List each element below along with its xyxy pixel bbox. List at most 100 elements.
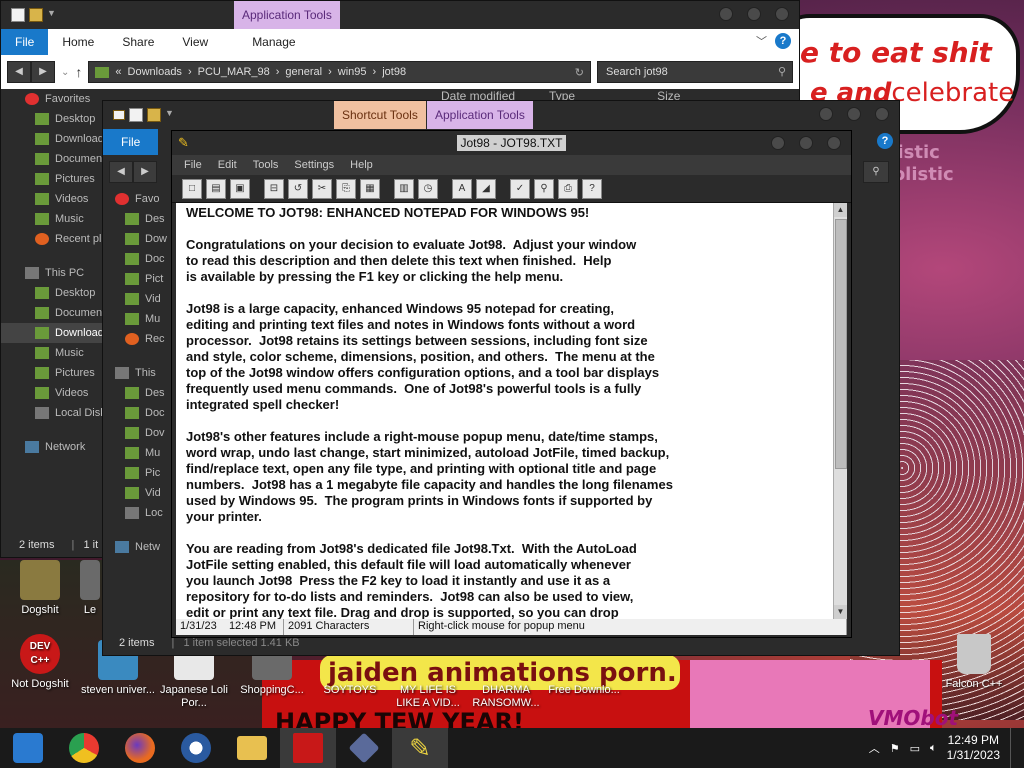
chevron-down-icon[interactable]: ▼ [47, 8, 57, 22]
scroll-up-button[interactable]: ▲ [834, 203, 847, 217]
sidebar-item-dow[interactable]: Dow [103, 229, 179, 249]
paste-icon[interactable]: ▦ [360, 178, 380, 199]
desktop-icon-dogshit[interactable]: Dogshit [2, 560, 78, 617]
explorer2-titlebar[interactable]: ▼ Shortcut Tools Application Tools [103, 101, 899, 129]
search-icon[interactable]: ⚲ [778, 65, 786, 78]
jot98-window[interactable]: ✎ Jot98 - JOT98.TXT File Edit Tools Sett… [171, 130, 852, 638]
breadcrumb-jot98[interactable]: jot98 [382, 66, 406, 78]
sidebar-item-pict[interactable]: Pict [103, 269, 179, 289]
sidebar-item-netw[interactable]: Netw [103, 537, 179, 557]
sidebar-item-network[interactable]: Network [1, 437, 105, 457]
desktop-icon-not-dogshit[interactable]: DEV C++ Not Dogshit [2, 634, 78, 691]
vertical-scrollbar[interactable]: ▲ ▼ [833, 203, 847, 619]
breadcrumb-pcu[interactable]: PCU_MAR_98 [198, 66, 270, 78]
menu-edit[interactable]: Edit [210, 159, 245, 171]
sidebar-item-this[interactable]: This [103, 363, 179, 383]
properties-icon[interactable] [11, 8, 25, 22]
sidebar-item-rec[interactable]: Rec [103, 329, 179, 349]
menu-tools[interactable]: Tools [245, 159, 287, 171]
sidebar-item-music[interactable]: Music [1, 209, 105, 229]
menu-settings[interactable]: Settings [286, 159, 342, 171]
font-icon[interactable]: A [452, 178, 472, 199]
print-icon[interactable]: ⎙ [558, 178, 578, 199]
tab-share[interactable]: Share [108, 29, 168, 55]
breadcrumb-downloads[interactable]: Downloads [128, 66, 182, 78]
flag-icon[interactable]: ⚑ [890, 742, 900, 755]
menu-help[interactable]: Help [342, 159, 381, 171]
spell-check-icon[interactable]: ✓ [510, 178, 530, 199]
sidebar-item-favorites[interactable]: Favorites [1, 89, 105, 109]
up-arrow-icon[interactable]: ↑ [75, 64, 82, 80]
minimize-button[interactable] [819, 107, 833, 121]
shortcut-tools-tab[interactable]: Shortcut Tools [334, 101, 426, 129]
taskbar-obama[interactable] [168, 728, 224, 768]
new-folder-icon[interactable] [29, 8, 43, 22]
sidebar-item-documents[interactable]: Documents [1, 149, 105, 169]
taskbar-diamond-app[interactable] [336, 728, 392, 768]
network-icon[interactable]: ▭ [910, 742, 920, 755]
taskbar-red-app[interactable] [280, 728, 336, 768]
clock[interactable]: 12:49 PM 1/31/2023 [947, 733, 1000, 763]
back-button[interactable]: ◀ [109, 161, 133, 183]
chevron-up-icon[interactable]: ︿ [869, 740, 880, 756]
sidebar-item-pic[interactable]: Pic [103, 463, 179, 483]
volume-icon[interactable]: 🔈︎ [930, 742, 937, 755]
sidebar-item-downloads[interactable]: Downloads [1, 129, 105, 149]
taskbar-explorer[interactable] [224, 728, 280, 768]
sidebar-item-this-pc[interactable]: This PC [1, 263, 105, 283]
tab-file[interactable]: File [1, 29, 49, 55]
sidebar-item-desktop[interactable]: Desktop [1, 109, 105, 129]
properties-icon[interactable] [129, 108, 143, 122]
text-area[interactable]: WELCOME TO JOT98: ENHANCED NOTEPAD FOR W… [176, 203, 834, 619]
sidebar-item-pictures[interactable]: Pictures [1, 169, 105, 189]
new-file-icon[interactable]: □ [182, 178, 202, 199]
sidebar-item-videos[interactable]: Videos [1, 189, 105, 209]
open-file-icon[interactable]: ▤ [206, 178, 226, 199]
sidebar-item-favo[interactable]: Favo [103, 189, 179, 209]
back-button[interactable]: ◀ [7, 61, 31, 83]
tab-file[interactable]: File [103, 129, 159, 155]
date-stamp-icon[interactable]: ▥ [394, 178, 414, 199]
sidebar-item-pictures[interactable]: Pictures [1, 363, 105, 383]
maximize-button[interactable] [799, 136, 813, 150]
taskbar-jot98[interactable]: ✎ [392, 728, 448, 768]
sidebar-item-mu[interactable]: Mu [103, 443, 179, 463]
start-button[interactable] [0, 728, 56, 768]
sidebar-item-vid[interactable]: Vid [103, 483, 179, 503]
chevron-down-icon[interactable]: ▼ [165, 108, 175, 122]
jot98-titlebar[interactable]: ✎ Jot98 - JOT98.TXT [172, 131, 851, 155]
desktop-icon-falcon[interactable]: Falcon C++ [936, 634, 1012, 691]
breadcrumb-general[interactable]: general [285, 66, 322, 78]
address-input[interactable]: « Downloads › PCU_MAR_98 › general › win… [88, 61, 591, 83]
time-stamp-icon[interactable]: ◷ [418, 178, 438, 199]
forward-button[interactable]: ▶ [133, 161, 157, 183]
chevron-down-icon[interactable]: ⌄ [61, 67, 69, 78]
help-icon[interactable]: ? [775, 33, 791, 49]
breadcrumb-win95[interactable]: win95 [338, 66, 367, 78]
sidebar-item-dov[interactable]: Dov [103, 423, 179, 443]
minimize-button[interactable] [771, 136, 785, 150]
sidebar-item-desktop[interactable]: Desktop [1, 283, 105, 303]
save-icon[interactable]: ▣ [230, 178, 250, 199]
search-icon[interactable]: ⚲ [863, 161, 889, 183]
sidebar-item-downloads[interactable]: Downloads [1, 323, 105, 343]
sidebar-item-local-disk[interactable]: Local Disk [1, 403, 105, 423]
chevron-down-icon[interactable]: ﹀ [756, 33, 767, 49]
sidebar-item-doc[interactable]: Doc [103, 403, 179, 423]
application-tools-tab[interactable]: Application Tools [234, 1, 340, 29]
help-icon[interactable]: ? [877, 133, 893, 149]
scroll-thumb[interactable] [835, 219, 847, 469]
find-icon[interactable]: ⚲ [534, 178, 554, 199]
menu-file[interactable]: File [176, 159, 210, 171]
sidebar-item-des[interactable]: Des [103, 209, 179, 229]
explorer-titlebar[interactable]: ▼ Application Tools [1, 1, 799, 29]
show-desktop-button[interactable] [1010, 728, 1016, 768]
print-preview-icon[interactable]: ⊟ [264, 178, 284, 199]
sidebar-item-videos[interactable]: Videos [1, 383, 105, 403]
application-tools-tab[interactable]: Application Tools [427, 101, 533, 129]
tab-home[interactable]: Home [48, 29, 108, 55]
close-button[interactable] [827, 136, 841, 150]
sidebar-item-music[interactable]: Music [1, 343, 105, 363]
cut-icon[interactable]: ✂ [312, 178, 332, 199]
tab-view[interactable]: View [168, 29, 222, 55]
